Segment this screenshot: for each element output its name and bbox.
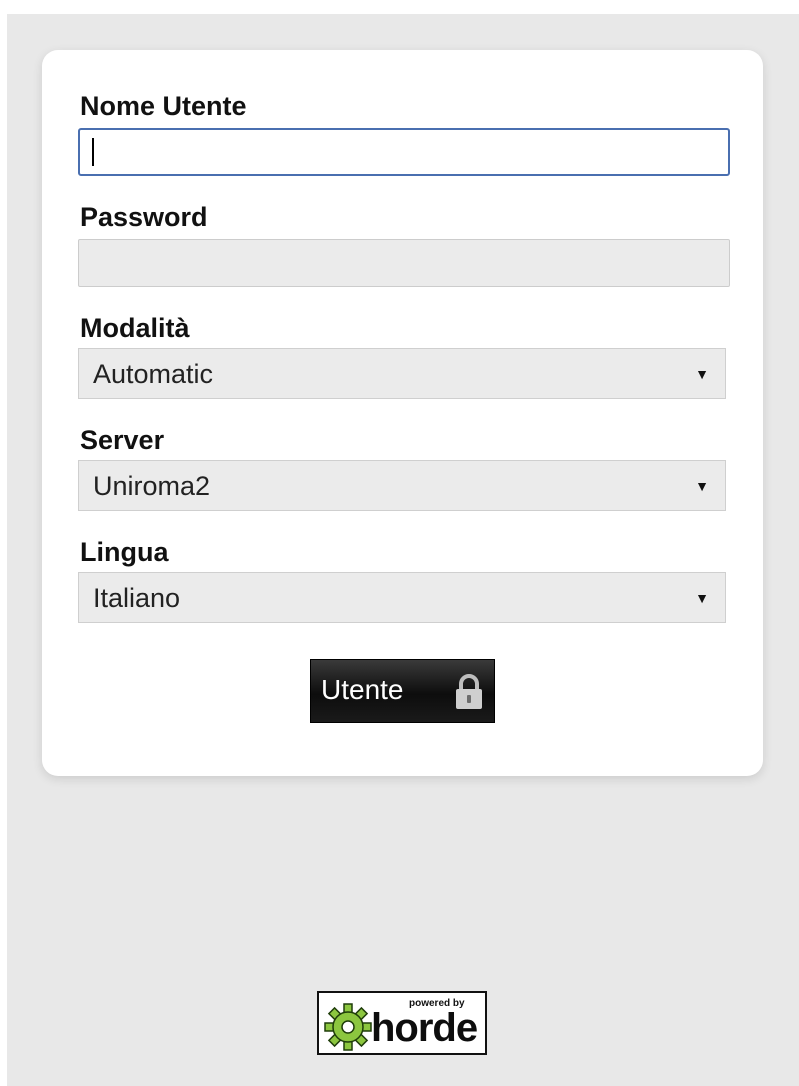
- dropdown-arrow-icon: ▼: [695, 590, 709, 606]
- password-input[interactable]: [78, 239, 730, 287]
- gear-icon: [324, 1003, 372, 1051]
- server-select[interactable]: Uniroma2 ▼: [78, 460, 726, 511]
- lock-icon: [456, 674, 482, 709]
- language-label: Lingua: [80, 537, 169, 567]
- server-label: Server: [80, 425, 165, 455]
- login-card: Nome Utente Password Modalità Automatic …: [42, 50, 763, 776]
- mode-select[interactable]: Automatic ▼: [78, 348, 726, 399]
- server-select-value: Uniroma2: [93, 471, 211, 501]
- username-label: Nome Utente: [80, 91, 247, 121]
- login-button[interactable]: Utente: [310, 659, 495, 723]
- horde-logo: powered by horde: [317, 991, 487, 1055]
- language-select-value: Italiano: [93, 583, 181, 613]
- text-caret: [92, 138, 94, 166]
- dropdown-arrow-icon: ▼: [695, 366, 709, 382]
- horde-wordmark: horde: [371, 1006, 478, 1050]
- mode-label: Modalità: [80, 313, 190, 343]
- language-select[interactable]: Italiano ▼: [78, 572, 726, 623]
- mode-select-value: Automatic: [93, 359, 214, 389]
- password-label: Password: [80, 202, 208, 232]
- dropdown-arrow-icon: ▼: [695, 478, 709, 494]
- login-button-label: Utente: [321, 674, 404, 705]
- username-input[interactable]: [78, 128, 730, 176]
